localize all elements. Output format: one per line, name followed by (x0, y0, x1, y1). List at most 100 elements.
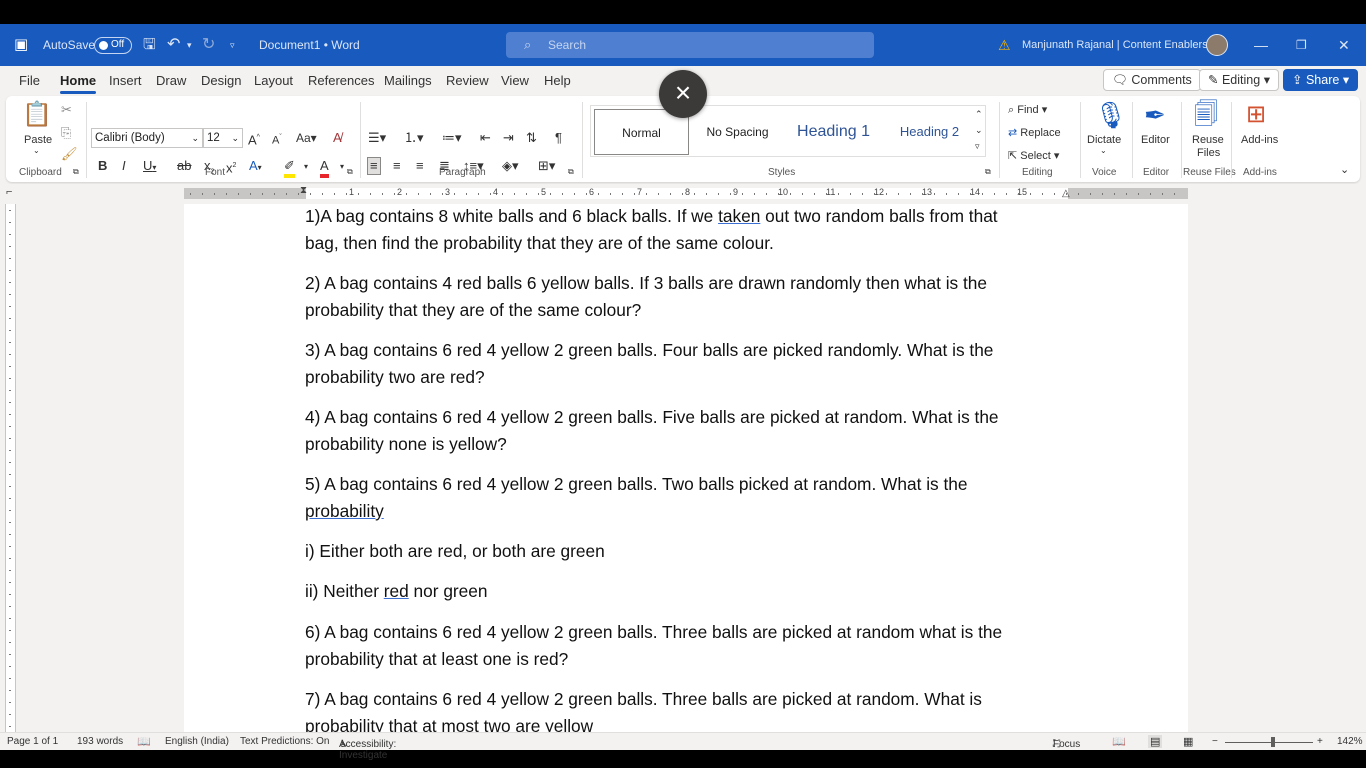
font-color-dropdown-icon[interactable]: ▾ (340, 159, 344, 175)
editor-button[interactable]: Editor (1141, 134, 1170, 146)
document-title[interactable]: Document1 • Word (259, 24, 360, 66)
add-ins-icon[interactable]: ⊞ (1246, 100, 1266, 130)
style-heading-2[interactable]: Heading 2 (882, 109, 977, 155)
highlight-icon[interactable]: ✐ (284, 158, 295, 178)
flagged-word[interactable]: taken (718, 206, 760, 226)
zoom-slider-thumb[interactable] (1271, 737, 1275, 747)
replace-button[interactable]: ⇄ Replace (1008, 126, 1061, 139)
question-4[interactable]: 4) A bag contains 6 red 4 yellow 2 green… (305, 404, 1085, 458)
question-7[interactable]: 7) A bag contains 6 red 4 yellow 2 green… (305, 686, 1085, 732)
editor-icon[interactable]: ✒ (1144, 100, 1166, 130)
paste-label[interactable]: Paste (24, 134, 52, 146)
tab-design[interactable]: Design (201, 73, 241, 88)
multilevel-list-icon[interactable]: ≔▾ (442, 130, 462, 146)
reuse-files-button[interactable]: Reuse (1192, 134, 1224, 146)
question-6[interactable]: 6) A bag contains 6 red 4 yellow 2 green… (305, 619, 1085, 673)
comments-button[interactable]: 🗨 Comments (1103, 69, 1201, 91)
page-count[interactable]: Page 1 of 1 (7, 736, 58, 747)
tab-layout[interactable]: Layout (254, 73, 293, 88)
document-page[interactable]: 1)A bag contains 8 white balls and 6 bla… (184, 204, 1188, 732)
microphone-icon[interactable]: 🎙 (1094, 100, 1127, 130)
vertical-ruler[interactable] (0, 204, 20, 732)
align-right-icon[interactable]: ≡ (416, 158, 424, 174)
numbering-icon[interactable]: ⒈▾ (404, 130, 424, 146)
shading-icon[interactable]: ◈▾ (502, 158, 519, 174)
styles-scroll-up-icon[interactable]: ⌃ (975, 106, 983, 122)
tab-help[interactable]: Help (544, 73, 571, 88)
copy-icon[interactable]: ⎘ (61, 125, 71, 141)
text-predictions[interactable]: Text Predictions: On (240, 736, 329, 747)
minimize-icon[interactable]: — (1254, 24, 1268, 66)
tab-draw[interactable]: Draw (156, 73, 186, 88)
indent-marker-icon[interactable]: ⧗ (300, 185, 307, 196)
text-effects-icon[interactable]: A▾ (249, 158, 262, 176)
zoom-slider[interactable] (1225, 742, 1313, 743)
borders-icon[interactable]: ⊞▾ (538, 158, 555, 174)
tab-home[interactable]: Home (60, 73, 97, 94)
tab-references[interactable]: References (308, 73, 374, 88)
word-count[interactable]: 193 words (77, 736, 123, 747)
show-formatting-icon[interactable]: ¶ (555, 130, 562, 146)
question-2[interactable]: 2) A bag contains 4 red balls 6 yellow b… (305, 270, 1085, 324)
cut-icon[interactable]: ✂ (61, 102, 72, 118)
align-left-icon[interactable]: ≡ (367, 157, 381, 175)
restore-icon[interactable]: ❐ (1296, 24, 1307, 66)
dictate-dropdown-icon[interactable]: ⌄ (1100, 146, 1107, 155)
tab-review[interactable]: Review (446, 73, 489, 88)
question-1[interactable]: 1)A bag contains 8 white balls and 6 bla… (305, 204, 1085, 257)
undo-dropdown-icon[interactable]: ▾ (187, 24, 192, 66)
style-no-spacing[interactable]: No Spacing (690, 109, 785, 155)
highlight-dropdown-icon[interactable]: ▾ (304, 159, 308, 175)
bold-icon[interactable]: B (98, 158, 107, 174)
dialog-launcher-icon[interactable]: ⧉ (73, 167, 79, 177)
editing-mode-button[interactable]: ✎ Editing ▾ (1199, 69, 1279, 91)
zoom-out-icon[interactable]: − (1212, 736, 1218, 747)
autosave-toggle[interactable]: Off (94, 37, 132, 54)
styles-more-icon[interactable]: ▿ (975, 138, 980, 154)
paste-dropdown-icon[interactable]: ⌄ (33, 146, 40, 155)
font-family-dropdown[interactable]: Calibri (Body) ⌄ (91, 128, 203, 148)
align-center-icon[interactable]: ≡ (393, 158, 401, 174)
increase-indent-icon[interactable]: ⇥ (503, 130, 514, 146)
proofing-icon[interactable]: 📖 (137, 735, 151, 748)
question-3[interactable]: 3) A bag contains 6 red 4 yellow 2 green… (305, 337, 1085, 391)
reuse-files-icon[interactable]: 🗐 (1194, 100, 1218, 130)
avatar[interactable] (1206, 34, 1228, 56)
zoom-level[interactable]: 142% (1337, 736, 1363, 747)
style-heading-1[interactable]: Heading 1 (786, 109, 881, 155)
font-color-icon[interactable]: A (320, 158, 329, 178)
undo-icon[interactable]: ↶ (167, 24, 180, 66)
shrink-font-icon[interactable]: Aˇ (272, 130, 282, 149)
find-button[interactable]: ⌕ Find ▾ (1008, 103, 1047, 117)
search-box[interactable]: ⌕ Search (506, 32, 874, 58)
italic-icon[interactable]: I (122, 158, 126, 174)
underline-icon[interactable]: U▾ (143, 158, 156, 176)
collapse-ribbon-icon[interactable]: ⌄ (1340, 162, 1349, 178)
dialog-launcher-icon[interactable]: ⧉ (347, 167, 353, 177)
tab-view[interactable]: View (501, 73, 529, 88)
tab-file[interactable]: File (19, 73, 40, 88)
web-layout-icon[interactable]: ▦ (1183, 735, 1193, 748)
print-layout-icon[interactable]: ▤ (1148, 735, 1163, 748)
tab-mailings[interactable]: Mailings (384, 73, 432, 88)
change-case-icon[interactable]: Aa▾ (296, 130, 317, 146)
warning-icon[interactable]: ⚠ (998, 24, 1011, 66)
save-icon[interactable]: 🖫 (143, 24, 156, 66)
question-5-part-i[interactable]: i) Either both are red, or both are gree… (305, 538, 1085, 565)
user-name[interactable]: Manjunath Rajanal | Content Enablers (1022, 24, 1208, 66)
bullets-icon[interactable]: ☰▾ (368, 130, 386, 146)
tab-selector-icon[interactable]: ⌐ (6, 186, 12, 198)
word-app-icon[interactable]: ▣ (14, 24, 28, 66)
dictate-button[interactable]: Dictate (1087, 134, 1121, 146)
paste-icon[interactable]: 📋 (22, 101, 52, 129)
dialog-launcher-icon[interactable]: ⧉ (568, 167, 574, 177)
font-size-dropdown[interactable]: 12 ⌄ (203, 128, 243, 148)
close-window-icon[interactable]: ✕ (1338, 24, 1350, 66)
clear-formatting-icon[interactable]: A̸ (333, 130, 342, 146)
styles-scroll-down-icon[interactable]: ⌄ (975, 122, 983, 138)
customize-qat-icon[interactable]: ▿ (230, 24, 235, 66)
overlay-close-button[interactable]: × (659, 70, 707, 118)
question-5-part-ii[interactable]: ii) Neither red nor green (305, 578, 1085, 605)
dialog-launcher-icon[interactable]: ⧉ (985, 167, 991, 177)
horizontal-ruler[interactable]: ⌐ ⧗ △ 1 2 3 4 5 6 7 8 9 10 11 12 13 14 1… (0, 184, 1366, 202)
